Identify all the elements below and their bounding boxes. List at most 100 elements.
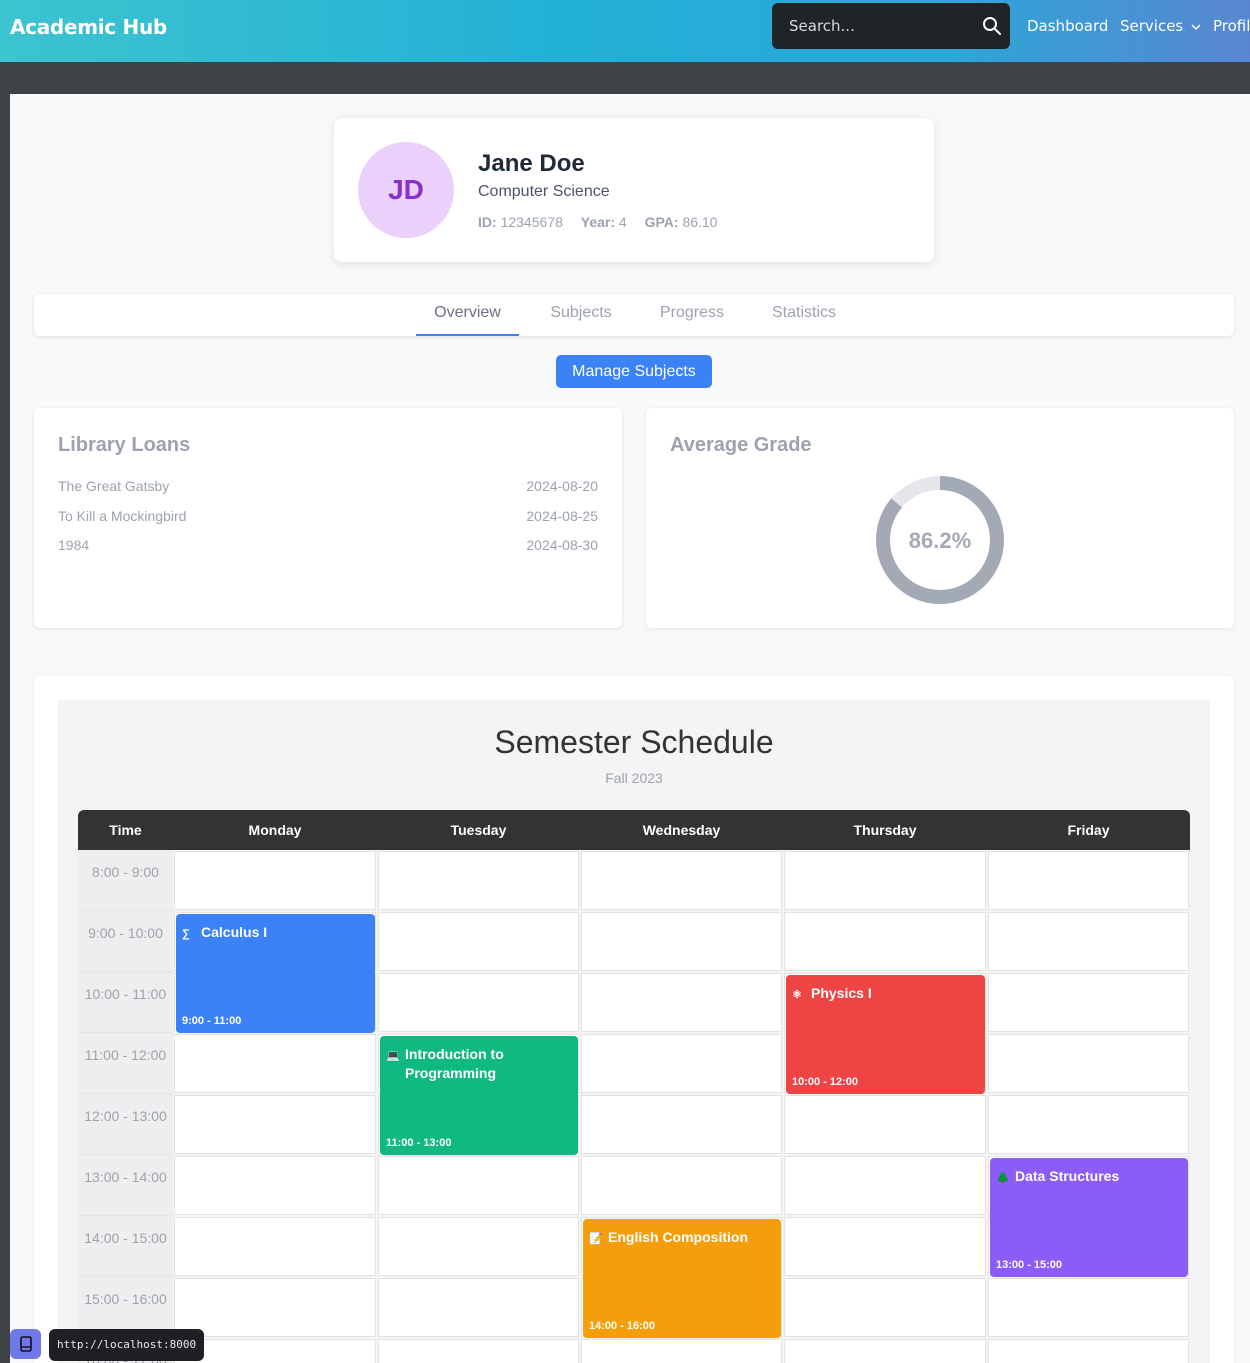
loan-row: The Great Gatsby 2024-08-20 [58,478,598,494]
search-input[interactable] [789,17,969,35]
library-loans-card: Library Loans The Great Gatsby 2024-08-2… [34,408,622,628]
course-event[interactable]: ⚛ Physics I 10:00 - 12:00 [786,975,985,1094]
loan-due-date: 2024-08-25 [526,508,598,524]
loan-title: 1984 [58,537,90,553]
course-name: English Composition [608,1229,748,1245]
time-slot-label: 11:00 - 12:00 [78,1033,173,1094]
schedule-title: Semester Schedule [494,724,774,760]
schedule-slot[interactable] [988,973,1189,1032]
schedule-slot[interactable] [378,1156,579,1215]
schedule-card: Semester Schedule Fall 2023 Time Monday Tu… [34,676,1234,1363]
time-slot-label: 8:00 - 9:00 [78,850,173,911]
schedule-slot[interactable] [581,1339,782,1363]
laptop-icon: 💻 [386,1050,400,1062]
course-time: 13:00 - 15:00 [996,1259,1063,1271]
time-slot-label: 10:00 - 11:00 [78,972,173,1033]
schedule-slot[interactable] [174,1034,376,1093]
schedule-slot[interactable] [784,1278,986,1337]
schedule-slot[interactable] [581,1034,782,1093]
nav-profile-link[interactable]: Profil [1213,17,1250,35]
course-name: Data Structures [1015,1168,1120,1184]
course-title: 🌲 Data Structures [996,1167,1182,1186]
course-title: 📝 English Composition [589,1228,775,1247]
schedule-panel: Semester Schedule Fall 2023 Time Monday Tu… [58,700,1210,1363]
schedule-slot[interactable] [988,1095,1189,1154]
student-department: Computer Science [478,183,610,200]
schedule-slot[interactable] [784,1217,986,1276]
course-name: Introduction to Programming [405,1046,504,1081]
course-title: 💻 Introduction to Programming [386,1045,572,1083]
schedule-slot[interactable] [581,851,782,910]
book-icon[interactable] [10,1329,41,1359]
loan-row: 1984 2024-08-30 [58,537,598,553]
schedule-slot[interactable] [581,912,782,971]
tab-statistics[interactable]: Statistics [762,294,846,336]
tree-icon: 🌲 [996,1172,1010,1184]
tab-subjects[interactable]: Subjects [540,294,622,336]
tab-overview[interactable]: Overview [416,294,519,336]
day-header-monday: Monday [173,810,377,850]
nav-services-dropdown[interactable]: Services [1120,17,1202,35]
course-time: 14:00 - 16:00 [589,1320,656,1332]
schedule-slot[interactable] [174,1278,376,1337]
search-box[interactable] [772,3,1010,49]
schedule-slot[interactable] [581,973,782,1032]
course-event[interactable]: 📝 English Composition 14:00 - 16:00 [583,1219,781,1338]
course-event[interactable]: 💻 Introduction to Programming 11:00 - 13:0… [380,1036,578,1155]
average-grade-title: Average Grade [670,434,812,456]
year-label: Year: [580,214,615,230]
sigma-icon: ∑ [182,928,190,940]
schedule-slot[interactable] [784,1339,986,1363]
schedule-slot[interactable] [988,1278,1189,1337]
loan-row: To Kill a Mockingbird 2024-08-25 [58,508,598,524]
search-icon[interactable] [982,16,1002,36]
schedule-slot[interactable] [378,912,579,971]
schedule-slot[interactable] [784,1156,986,1215]
grade-donut-chart: 86.2% [876,476,1004,604]
schedule-slot[interactable] [988,1339,1189,1363]
tab-progress[interactable]: Progress [650,294,734,336]
schedule-slot[interactable] [174,1217,376,1276]
schedule-slot[interactable] [174,1156,376,1215]
schedule-slot[interactable] [378,851,579,910]
avatar: JD [358,142,454,238]
schedule-slot[interactable] [988,851,1189,910]
day-header-thursday: Thursday [783,810,987,850]
time-slot-label: 9:00 - 10:00 [78,911,173,972]
schedule-slot[interactable] [378,1339,579,1363]
schedule-slot[interactable] [378,973,579,1032]
course-event[interactable]: 🌲 Data Structures 13:00 - 15:00 [990,1158,1188,1277]
course-time: 9:00 - 11:00 [182,1015,242,1027]
schedule-slot[interactable] [581,1156,782,1215]
year-value: 4 [618,214,627,230]
grade-percentage: 86.2% [909,528,971,553]
schedule-slot[interactable] [784,912,986,971]
schedule-slot[interactable] [378,1278,579,1337]
day-header-friday: Friday [987,810,1190,850]
manage-subjects-button[interactable]: Manage Subjects [556,355,712,388]
course-title: ∑ Calculus I [182,923,369,942]
time-slot-label: 14:00 - 15:00 [78,1216,173,1277]
schedule-slot[interactable] [784,1095,986,1154]
schedule-slot[interactable] [174,1095,376,1154]
course-event[interactable]: ∑ Calculus I 9:00 - 11:00 [176,914,375,1033]
schedule-slot[interactable] [988,912,1189,971]
library-loans-title: Library Loans [58,434,191,456]
schedule-slot[interactable] [174,1339,376,1363]
schedule-slot[interactable] [174,851,376,910]
brand-logo[interactable]: Academic Hub [10,15,167,39]
schedule-slot[interactable] [581,1095,782,1154]
id-label: ID: [478,214,497,230]
schedule-slot[interactable] [378,1217,579,1276]
average-grade-card: Average Grade 86.2% [646,408,1234,628]
schedule-slot[interactable] [784,851,986,910]
time-slot-label: 12:00 - 13:00 [78,1094,173,1155]
day-header-tuesday: Tuesday [377,810,580,850]
schedule-slot[interactable] [988,1034,1189,1093]
nav-dashboard-link[interactable]: Dashboard [1027,17,1108,35]
nav-services-label: Services [1120,17,1184,35]
student-meta: ID: 12345678 Year: 4 GPA: 86.10 [478,214,731,230]
tabs-bar: Overview Subjects Progress Statistics [34,294,1234,336]
course-name: Calculus I [201,924,268,940]
memo-icon: 📝 [589,1233,603,1245]
